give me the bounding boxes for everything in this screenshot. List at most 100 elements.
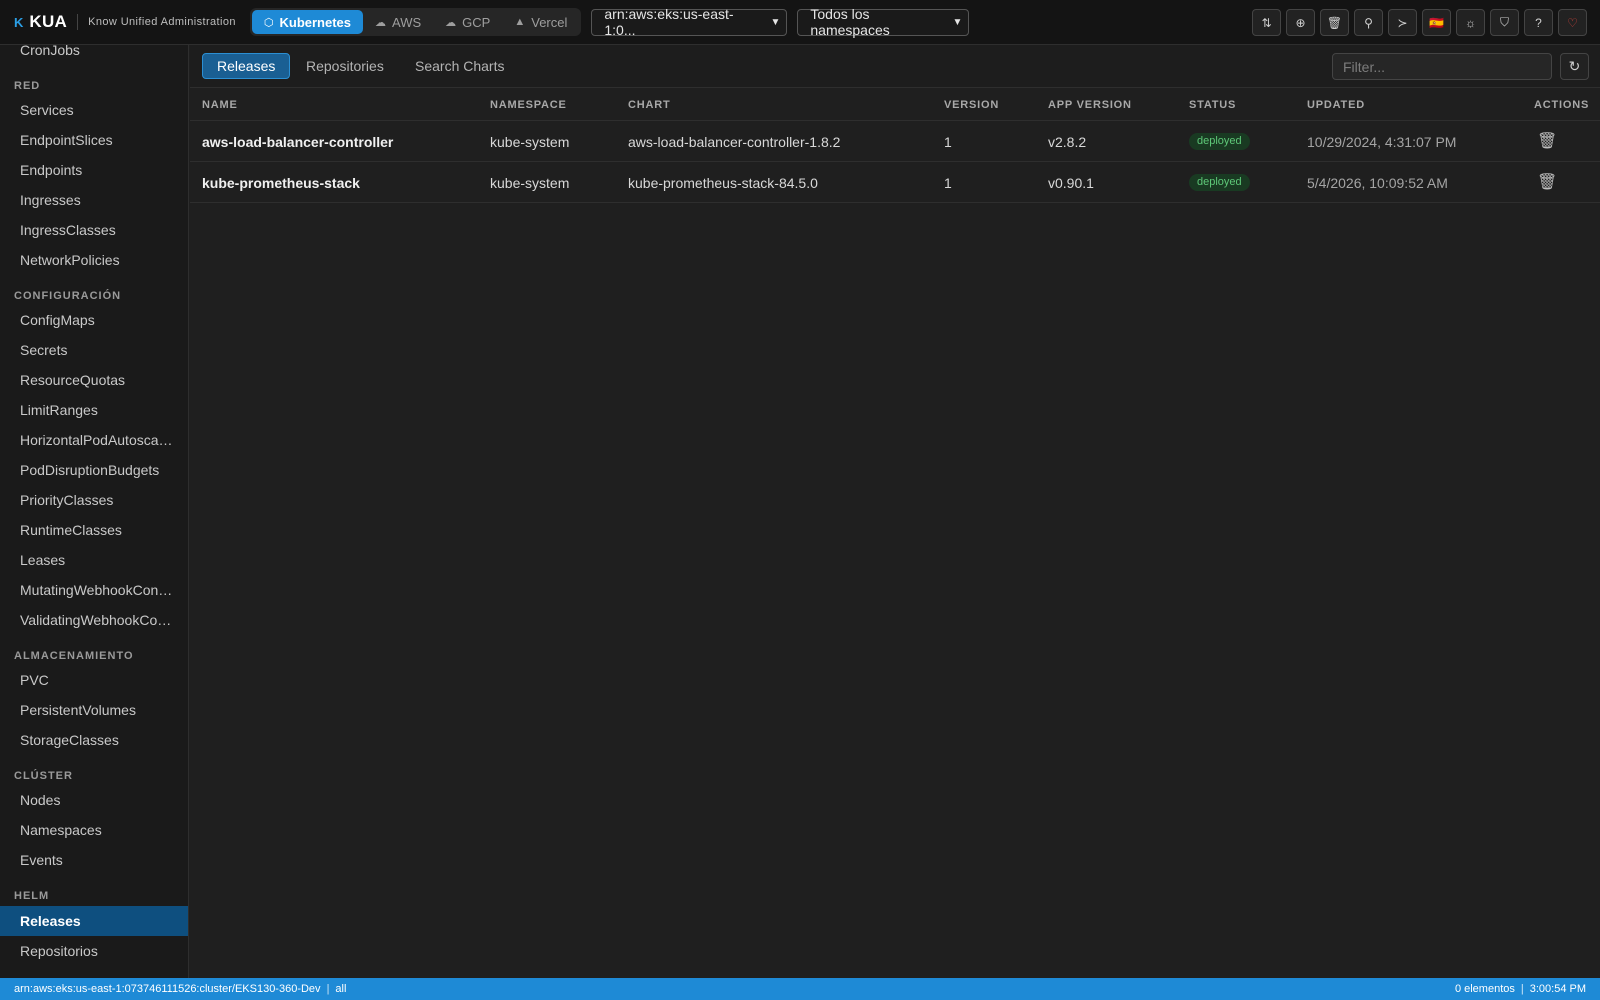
status-bar: arn:aws:eks:us-east-1:073746111526:clust… bbox=[0, 978, 1600, 1000]
column-header-app-version[interactable]: APP VERSION bbox=[1048, 99, 1132, 111]
release-app-version: v0.90.1 bbox=[1048, 175, 1094, 191]
trash-icon[interactable]: 🗑 bbox=[1320, 9, 1349, 36]
sidebar-item-releases[interactable]: Releases bbox=[0, 906, 188, 936]
status-clock: 3:00:54 PM bbox=[1529, 983, 1586, 995]
status-context: arn:aws:eks:us-east-1:073746111526:clust… bbox=[14, 983, 321, 995]
app-name: KUA bbox=[29, 12, 68, 31]
sidebar-item-ingresses[interactable]: Ingresses bbox=[0, 185, 188, 215]
provider-tab-label: GCP bbox=[462, 14, 491, 30]
sun-icon[interactable]: ☼ bbox=[1456, 9, 1485, 36]
provider-tab-gcp[interactable]: ☁ GCP bbox=[433, 10, 502, 34]
sidebar: CronJobs RED Services EndpointSlices End… bbox=[0, 45, 189, 978]
sidebar-item-poddisruptionbudgets[interactable]: PodDisruptionBudgets bbox=[0, 455, 188, 485]
status-bar-left: arn:aws:eks:us-east-1:073746111526:clust… bbox=[14, 978, 346, 1000]
brand-divider bbox=[77, 14, 79, 30]
provider-tab-kubernetes[interactable]: ⬡ Kubernetes bbox=[251, 10, 364, 34]
releases-table: NAME NAMESPACE CHART VERSION APP VERSION… bbox=[190, 88, 1600, 203]
sidebar-item-pvc[interactable]: PVC bbox=[0, 665, 188, 695]
column-header-version[interactable]: VERSION bbox=[944, 99, 999, 111]
brand[interactable]: K KUA Know Unified Administration bbox=[14, 12, 236, 32]
release-name[interactable]: aws-load-balancer-controller bbox=[202, 134, 393, 150]
release-chart: aws-load-balancer-controller-1.8.2 bbox=[628, 134, 841, 150]
help-icon[interactable]: ? bbox=[1524, 9, 1553, 36]
sidebar-item-mutatingwebhookconfigurations[interactable]: MutatingWebhookConfi... bbox=[0, 575, 188, 605]
namespace-select-value: Todos los namespaces bbox=[810, 6, 890, 38]
spain-flag-icon[interactable]: 🇪🇸 bbox=[1422, 9, 1451, 36]
namespace-select[interactable]: Todos los namespaces ▼ bbox=[797, 6, 970, 38]
provider-tab-label: Kubernetes bbox=[279, 14, 352, 30]
sidebar-item-validatingwebhookconfigurations[interactable]: ValidatingWebhookCon... bbox=[0, 605, 188, 635]
helm-tabs: Releases Repositories Search Charts ↻ bbox=[190, 45, 1600, 88]
tab-search-charts[interactable]: Search Charts bbox=[400, 53, 519, 79]
toolbar: ⇅ ⊕ 🗑 ⚲ ≻ 🇪🇸 ☼ ⛉ ? ♡ bbox=[1247, 9, 1587, 36]
provider-tab-vercel[interactable]: ▲ Vercel bbox=[502, 10, 579, 34]
column-header-namespace[interactable]: NAMESPACE bbox=[490, 99, 567, 111]
port-forward-icon[interactable]: ⇅ bbox=[1252, 9, 1281, 36]
release-chart: kube-prometheus-stack-84.5.0 bbox=[628, 175, 818, 191]
sidebar-item-repositorios[interactable]: Repositorios bbox=[0, 936, 188, 966]
terminal-icon[interactable]: ≻ bbox=[1388, 9, 1417, 36]
tab-releases[interactable]: Releases bbox=[202, 53, 291, 79]
cluster-select-value: arn:aws:eks:us-east-1:0... bbox=[604, 6, 734, 38]
status-badge: deployed bbox=[1189, 174, 1250, 191]
release-app-version: v2.8.2 bbox=[1048, 134, 1087, 150]
tab-repositories[interactable]: Repositories bbox=[291, 53, 399, 79]
sidebar-section-red: RED bbox=[14, 80, 41, 92]
sidebar-item-endpointslices[interactable]: EndpointSlices bbox=[0, 125, 188, 155]
sidebar-item-priorityclasses[interactable]: PriorityClasses bbox=[0, 485, 188, 515]
provider-tab-label: Vercel bbox=[531, 14, 568, 30]
column-header-name[interactable]: NAME bbox=[202, 99, 238, 111]
column-header-updated[interactable]: UPDATED bbox=[1307, 99, 1365, 111]
main-content: Releases Repositories Search Charts ↻ NA… bbox=[190, 45, 1600, 978]
kubernetes-icon: ⬡ bbox=[263, 16, 274, 29]
provider-tabs: ⬡ Kubernetes ☁ AWS ☁ GCP ▲ Vercel bbox=[249, 8, 582, 36]
column-header-actions: ACTIONS bbox=[1534, 99, 1590, 111]
status-item-count: 0 elementos bbox=[1454, 983, 1515, 995]
sidebar-item-horizontalpodautoscalers[interactable]: HorizontalPodAutoscal... bbox=[0, 425, 188, 455]
table-header: NAME NAMESPACE CHART VERSION APP VERSION… bbox=[190, 88, 1600, 121]
sidebar-item-endpoints[interactable]: Endpoints bbox=[0, 155, 188, 185]
sidebar-item-resourcequotas[interactable]: ResourceQuotas bbox=[0, 365, 188, 395]
sidebar-item-events[interactable]: Events bbox=[0, 845, 188, 875]
chevron-down-icon: ▼ bbox=[952, 16, 963, 28]
sidebar-item-namespaces[interactable]: Namespaces bbox=[0, 815, 188, 845]
table-row[interactable]: aws-load-balancer-controller kube-system… bbox=[190, 121, 1600, 162]
sidebar-item-leases[interactable]: Leases bbox=[0, 545, 188, 575]
delete-release-icon[interactable]: 🗑 bbox=[1537, 172, 1557, 192]
sidebar-item-runtimeclasses[interactable]: RuntimeClasses bbox=[0, 515, 188, 545]
provider-tab-aws[interactable]: ☁ AWS bbox=[363, 10, 433, 34]
shield-icon[interactable]: ⛉ bbox=[1490, 9, 1519, 36]
sidebar-item-storageclasses[interactable]: StorageClasses bbox=[0, 725, 188, 755]
column-header-status[interactable]: STATUS bbox=[1189, 99, 1236, 111]
table-row[interactable]: kube-prometheus-stack kube-system kube-p… bbox=[190, 162, 1600, 203]
sidebar-item-secrets[interactable]: Secrets bbox=[0, 335, 188, 365]
status-badge: deployed bbox=[1189, 133, 1250, 150]
filter-input[interactable] bbox=[1332, 53, 1552, 80]
sidebar-item-networkpolicies[interactable]: NetworkPolicies bbox=[0, 245, 188, 275]
sidebar-item-configmaps[interactable]: ConfigMaps bbox=[0, 305, 188, 335]
sidebar-item-limitranges[interactable]: LimitRanges bbox=[0, 395, 188, 425]
sidebar-item-nodes[interactable]: Nodes bbox=[0, 785, 188, 815]
status-namespace: all bbox=[335, 983, 347, 995]
sidebar-item-persistentvolumes[interactable]: PersistentVolumes bbox=[0, 695, 188, 725]
wrench-icon[interactable]: ⚲ bbox=[1354, 9, 1383, 36]
sidebar-item-cronjobs[interactable]: CronJobs bbox=[0, 45, 188, 65]
release-version: 1 bbox=[944, 134, 952, 150]
provider-tab-label: AWS bbox=[392, 14, 422, 30]
cloud-upload-icon: ☁ bbox=[445, 16, 457, 29]
release-updated: 5/4/2026, 10:09:52 AM bbox=[1307, 175, 1448, 191]
status-bar-right: 0 elementos | 3:00:54 PM bbox=[1455, 978, 1586, 1000]
column-header-chart[interactable]: CHART bbox=[628, 99, 671, 111]
sidebar-section-cluster: CLÚSTER bbox=[14, 770, 73, 782]
cluster-select[interactable]: arn:aws:eks:us-east-1:0... ▼ bbox=[591, 6, 788, 38]
refresh-icon[interactable]: ↻ bbox=[1560, 53, 1589, 80]
heart-icon[interactable]: ♡ bbox=[1558, 9, 1587, 36]
release-name[interactable]: kube-prometheus-stack bbox=[202, 175, 360, 191]
delete-release-icon[interactable]: 🗑 bbox=[1537, 131, 1557, 151]
sidebar-item-ingressclasses[interactable]: IngressClasses bbox=[0, 215, 188, 245]
chevron-down-icon: ▼ bbox=[770, 16, 781, 28]
cloud-icon: ☁ bbox=[375, 16, 387, 29]
add-resource-icon[interactable]: ⊕ bbox=[1286, 9, 1315, 36]
sidebar-item-services[interactable]: Services bbox=[0, 95, 188, 125]
sidebar-section-almacenamiento: ALMACENAMIENTO bbox=[14, 650, 134, 662]
